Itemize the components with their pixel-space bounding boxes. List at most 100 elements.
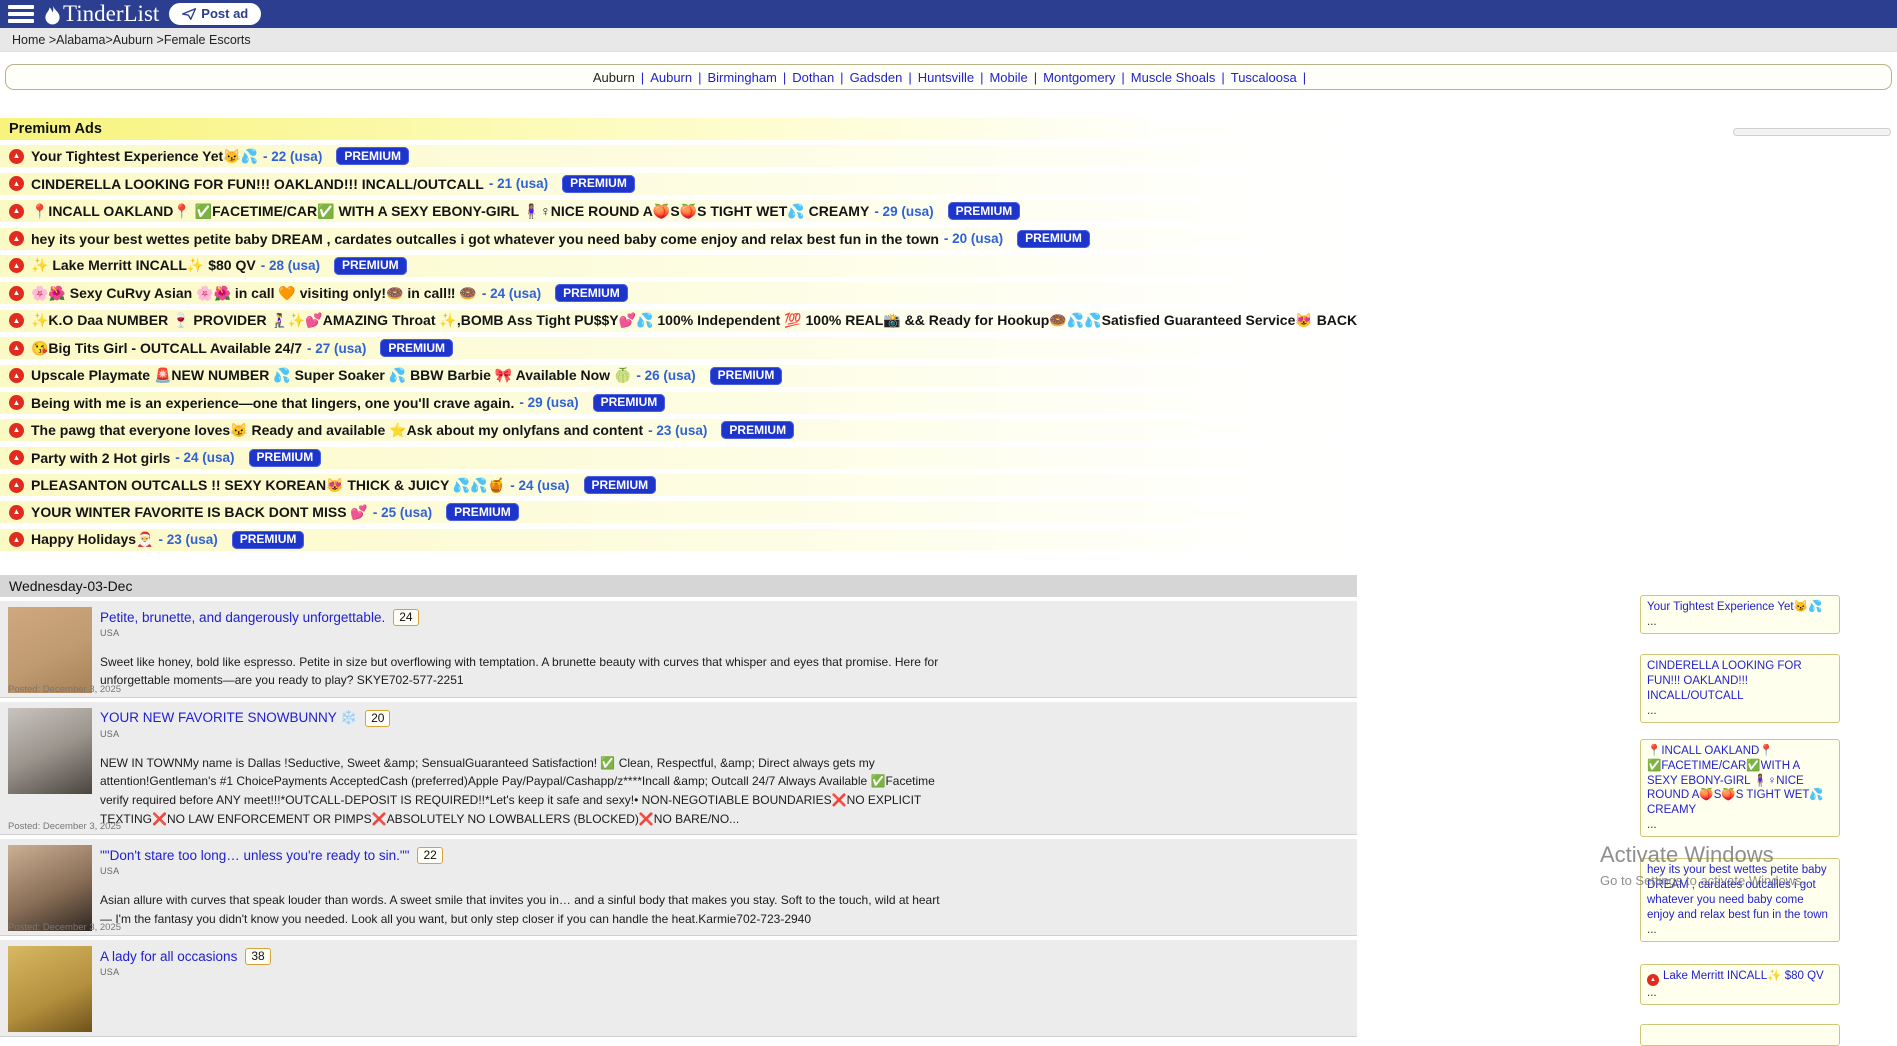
listing-title-link[interactable]: YOUR NEW FAVORITE SNOWBUNNY ❄️ bbox=[100, 710, 357, 726]
premium-ad-title[interactable]: Happy Holidays🎅 bbox=[31, 531, 153, 548]
listing-title-link[interactable]: ""Don't stare too long… unless you're re… bbox=[100, 848, 409, 863]
city-link-huntsville[interactable]: Huntsville bbox=[918, 70, 974, 85]
sidebar-ad-title[interactable]: CINDERELLA LOOKING FOR FUN!!! OAKLAND!!!… bbox=[1647, 659, 1833, 704]
premium-ad-row[interactable]: CINDERELLA LOOKING FOR FUN!!! OAKLAND!!!… bbox=[0, 173, 1357, 195]
city-link-tuscaloosa[interactable]: Tuscaloosa bbox=[1231, 70, 1297, 85]
premium-ad-row[interactable]: Party with 2 Hot girls - 24 (usa) PREMIUM bbox=[0, 447, 1357, 469]
city-separator: | bbox=[908, 70, 911, 85]
listing-title-link[interactable]: Petite, brunette, and dangerously unforg… bbox=[100, 610, 385, 625]
premium-ad-row[interactable]: 🌸🌺 Sexy CuRvy Asian 🌸🌺 in call 🧡 visitin… bbox=[0, 282, 1357, 304]
sidebar-ad-ellipsis: ... bbox=[1647, 818, 1833, 833]
listing-thumbnail[interactable] bbox=[8, 845, 92, 931]
premium-ad-row[interactable]: ✨ Lake Merritt INCALL✨ $80 QV- 28 (usa)P… bbox=[0, 255, 1357, 277]
premium-ad-age: - 24 (usa) bbox=[482, 286, 541, 301]
listing-item[interactable]: Posted: December 3, 2025 YOUR NEW FAVORI… bbox=[0, 702, 1357, 835]
city-link-mobile[interactable]: Mobile bbox=[989, 70, 1027, 85]
city-separator: | bbox=[641, 70, 644, 85]
up-arrow-icon bbox=[9, 532, 24, 547]
premium-ad-title[interactable]: 🌸🌺 Sexy CuRvy Asian 🌸🌺 in call 🧡 visitin… bbox=[31, 285, 477, 302]
sidebar-ad-title[interactable]: 📍INCALL OAKLAND📍 ✅FACETIME/CAR✅WITH A SE… bbox=[1647, 744, 1833, 819]
flame-icon bbox=[44, 4, 61, 25]
posted-date: Posted: December 3, 2025 bbox=[8, 684, 121, 695]
premium-ad-row[interactable]: ✨K.O Daa NUMBER 🍷 PROVIDER 🧎‍♀️✨💕AMAZING… bbox=[0, 310, 1357, 332]
premium-ad-row[interactable]: hey its your best wettes petite baby DRE… bbox=[0, 228, 1357, 250]
premium-badge: PREMIUM bbox=[584, 476, 657, 494]
premium-ad-age: - 22 (usa) bbox=[263, 149, 322, 164]
sidebar-ad-box[interactable]: 📍INCALL OAKLAND📍 ✅FACETIME/CAR✅WITH A SE… bbox=[1640, 739, 1840, 838]
listing-title-link[interactable]: A lady for all occasions bbox=[100, 949, 237, 964]
breadcrumb-bar: Home >Alabama>Auburn >Female Escorts bbox=[0, 28, 1897, 52]
premium-ad-title[interactable]: YOUR WINTER FAVORITE IS BACK DONT MISS 💕 bbox=[31, 504, 368, 521]
premium-ad-age: - 21 (usa) bbox=[489, 176, 548, 191]
listing-item[interactable]: Posted: December 3, 2025 ""Don't stare t… bbox=[0, 839, 1357, 936]
premium-ad-age: - 27 (usa) bbox=[307, 341, 366, 356]
age-badge: 20 bbox=[365, 710, 390, 727]
city-separator: | bbox=[698, 70, 701, 85]
premium-ad-title[interactable]: ✨ Lake Merritt INCALL✨ $80 QV bbox=[31, 257, 256, 274]
site-logo[interactable]: TinderList bbox=[44, 1, 159, 27]
premium-ad-title[interactable]: The pawg that everyone loves😼 Ready and … bbox=[31, 422, 643, 439]
premium-ad-row[interactable]: 📍INCALL OAKLAND📍 ✅FACETIME/CAR✅ WITH A S… bbox=[0, 200, 1357, 222]
premium-ad-row[interactable]: Your Tightest Experience Yet😼💦 - 22 (usa)… bbox=[0, 145, 1357, 167]
city-link-auburn[interactable]: Auburn bbox=[650, 70, 692, 85]
premium-ad-title[interactable]: Party with 2 Hot girls bbox=[31, 450, 170, 466]
premium-ads-section: Premium Ads Your Tightest Experience Yet… bbox=[0, 118, 1357, 551]
premium-ad-title[interactable]: Being with me is an experience—one that … bbox=[31, 395, 514, 411]
listing-thumbnail[interactable] bbox=[8, 607, 92, 693]
sidebar-ad-ellipsis: ... bbox=[1647, 986, 1833, 1001]
premium-ad-age: - 29 (usa) bbox=[874, 204, 933, 219]
premium-ad-title[interactable]: ✨K.O Daa NUMBER 🍷 PROVIDER 🧎‍♀️✨💕AMAZING… bbox=[31, 312, 1357, 329]
city-separator: | bbox=[980, 70, 983, 85]
premium-ad-row[interactable]: PLEASANTON OUTCALLS !! SEXY KOREAN😻 THIC… bbox=[0, 474, 1357, 496]
premium-ad-title[interactable]: hey its your best wettes petite baby DRE… bbox=[31, 231, 939, 247]
city-link-birmingham[interactable]: Birmingham bbox=[708, 70, 777, 85]
listing-item[interactable]: Posted: December 3, 2025 Petite, brunett… bbox=[0, 601, 1357, 698]
post-ad-button[interactable]: Post ad bbox=[169, 3, 261, 25]
premium-ad-row[interactable]: The pawg that everyone loves😼 Ready and … bbox=[0, 419, 1357, 441]
up-arrow-icon bbox=[9, 204, 24, 219]
breadcrumb[interactable]: Home >Alabama>Auburn >Female Escorts bbox=[12, 33, 251, 47]
premium-ad-title[interactable]: PLEASANTON OUTCALLS !! SEXY KOREAN😻 THIC… bbox=[31, 477, 505, 494]
premium-ad-row[interactable]: Being with me is an experience—one that … bbox=[0, 392, 1357, 414]
listing-item[interactable]: A lady for all occasions 38 USA bbox=[0, 940, 1357, 1037]
premium-ad-title[interactable]: Your Tightest Experience Yet😼💦 bbox=[31, 148, 258, 165]
sidebar-ad-box[interactable]: Your Tightest Experience Yet😼💦 ... bbox=[1640, 595, 1840, 634]
city-separator: | bbox=[783, 70, 786, 85]
sidebar-ad-box[interactable]: Lake Merritt INCALL✨ $80 QV ... bbox=[1640, 964, 1840, 1005]
city-link-montgomery[interactable]: Montgomery bbox=[1043, 70, 1115, 85]
premium-badge: PREMIUM bbox=[249, 449, 322, 467]
premium-ad-title[interactable]: CINDERELLA LOOKING FOR FUN!!! OAKLAND!!!… bbox=[31, 176, 484, 192]
premium-sidebar: Your Tightest Experience Yet😼💦 ... CINDE… bbox=[1640, 595, 1840, 1046]
post-ad-label: Post ad bbox=[201, 6, 248, 21]
premium-ad-title[interactable]: Upscale Playmate 🚨NEW NUMBER 💦 Super Soa… bbox=[31, 367, 631, 384]
premium-ad-title[interactable]: 📍INCALL OAKLAND📍 ✅FACETIME/CAR✅ WITH A S… bbox=[31, 203, 869, 220]
premium-ad-row[interactable]: Upscale Playmate 🚨NEW NUMBER 💦 Super Soa… bbox=[0, 365, 1357, 387]
premium-ad-age: - 29 (usa) bbox=[519, 395, 578, 410]
sidebar-ad-box-partial[interactable] bbox=[1640, 1024, 1840, 1046]
sidebar-ad-title[interactable]: Lake Merritt INCALL✨ $80 QV bbox=[1647, 969, 1833, 986]
hamburger-menu-icon[interactable] bbox=[8, 5, 34, 23]
city-current: Auburn bbox=[593, 70, 635, 85]
up-arrow-icon bbox=[9, 423, 24, 438]
city-link-dothan[interactable]: Dothan bbox=[792, 70, 834, 85]
horizontal-scrollbar[interactable] bbox=[1733, 128, 1891, 136]
listing-thumbnail[interactable] bbox=[8, 708, 92, 794]
premium-ad-age: - 24 (usa) bbox=[510, 478, 569, 493]
premium-ad-row[interactable]: 😘Big Tits Girl - OUTCALL Available 24/7-… bbox=[0, 337, 1357, 359]
city-link-gadsden[interactable]: Gadsden bbox=[850, 70, 903, 85]
posted-date: Posted: December 3, 2025 bbox=[8, 821, 121, 832]
listing-location: USA bbox=[100, 628, 1347, 638]
listing-thumbnail[interactable] bbox=[8, 946, 92, 1032]
premium-ad-row[interactable]: Happy Holidays🎅- 23 (usa)PREMIUM bbox=[0, 529, 1357, 551]
premium-badge: PREMIUM bbox=[336, 147, 409, 165]
sidebar-ad-title[interactable]: hey its your best wettes petite baby DRE… bbox=[1647, 863, 1833, 923]
premium-badge: PREMIUM bbox=[380, 339, 453, 357]
premium-ad-row[interactable]: YOUR WINTER FAVORITE IS BACK DONT MISS 💕… bbox=[0, 501, 1357, 523]
premium-ad-title[interactable]: 😘Big Tits Girl - OUTCALL Available 24/7 bbox=[31, 340, 302, 357]
premium-ad-age: - 24 (usa) bbox=[175, 450, 234, 465]
city-link-muscle-shoals[interactable]: Muscle Shoals bbox=[1131, 70, 1216, 85]
sidebar-ad-box[interactable]: CINDERELLA LOOKING FOR FUN!!! OAKLAND!!!… bbox=[1640, 654, 1840, 723]
sidebar-ad-box[interactable]: hey its your best wettes petite baby DRE… bbox=[1640, 858, 1840, 942]
sidebar-ad-title[interactable]: Your Tightest Experience Yet😼💦 bbox=[1647, 600, 1833, 615]
premium-badge: PREMIUM bbox=[334, 257, 407, 275]
